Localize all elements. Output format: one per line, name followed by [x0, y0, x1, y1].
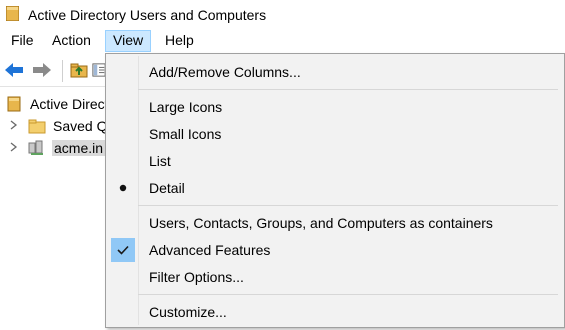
tree-item-root[interactable]: Active Directo [0, 93, 110, 115]
chevron-right-icon[interactable] [10, 142, 18, 152]
title-bar: Active Directory Users and Computers [0, 0, 565, 30]
menu-separator [138, 89, 558, 90]
radio-bullet-icon [119, 184, 127, 192]
back-arrow-icon [5, 63, 23, 77]
menu-item-label: Large Icons [149, 99, 223, 115]
menu-item-label: Users, Contacts, Groups, and Computers a… [149, 215, 493, 231]
tree-item-saved-queries[interactable]: Saved Q [0, 115, 110, 137]
menu-item-add-remove-columns[interactable]: Add/Remove Columns... [108, 60, 562, 84]
menu-item-detail[interactable]: Detail [108, 176, 562, 200]
menu-item-list[interactable]: List [108, 149, 562, 173]
menu-item-label: Filter Options... [149, 269, 244, 285]
ad-root-icon [7, 96, 21, 112]
menu-item-customize[interactable]: Customize... [108, 300, 562, 324]
menu-item-advanced-features[interactable]: Advanced Features [108, 238, 562, 262]
menu-item-label: Add/Remove Columns... [149, 64, 301, 80]
tree-item-label: Active Directo [30, 96, 110, 112]
folder-up-icon [70, 63, 88, 78]
menu-action[interactable]: Action [45, 30, 98, 52]
menu-view[interactable]: View [105, 30, 152, 52]
menu-item-containers[interactable]: Users, Contacts, Groups, and Computers a… [108, 211, 562, 235]
window-title: Active Directory Users and Computers [28, 7, 267, 23]
menu-file[interactable]: File [4, 30, 41, 52]
folder-icon [28, 119, 46, 134]
menu-item-label: List [149, 153, 171, 169]
menu-help[interactable]: Help [158, 30, 201, 52]
menu-item-large-icons[interactable]: Large Icons [108, 95, 562, 119]
view-menu-dropdown: Add/Remove Columns... Large Icons Small … [105, 53, 565, 328]
radio-indicator [111, 176, 135, 200]
domain-icon [28, 140, 43, 155]
console-tree: Active Directo Saved Q acme.in [0, 90, 110, 330]
menu-item-label: Detail [149, 180, 185, 196]
menu-item-filter-options[interactable]: Filter Options... [108, 265, 562, 289]
tree-item-label: Saved Q [53, 118, 108, 134]
checkmark-icon [117, 245, 129, 255]
menu-item-small-icons[interactable]: Small Icons [108, 122, 562, 146]
up-one-level-button[interactable] [68, 60, 90, 80]
show-console-tree-button[interactable] [92, 60, 106, 80]
menu-separator [138, 294, 558, 295]
menu-item-label: Customize... [149, 304, 227, 320]
menu-separator [138, 205, 558, 206]
tree-item-label: acme.in [52, 140, 106, 156]
menu-item-label: Advanced Features [149, 242, 271, 258]
tree-item-domain[interactable]: acme.in [0, 137, 110, 159]
menu-bar: File Action View Help [0, 30, 565, 52]
console-tree-icon [92, 63, 106, 77]
chevron-right-icon[interactable] [10, 120, 18, 130]
ad-folder-icon [6, 6, 19, 21]
check-indicator [111, 238, 135, 262]
back-button[interactable] [3, 60, 25, 80]
forward-arrow-icon [33, 63, 51, 77]
forward-button[interactable] [31, 60, 53, 80]
toolbar-separator [62, 60, 63, 82]
menu-item-label: Small Icons [149, 126, 222, 142]
